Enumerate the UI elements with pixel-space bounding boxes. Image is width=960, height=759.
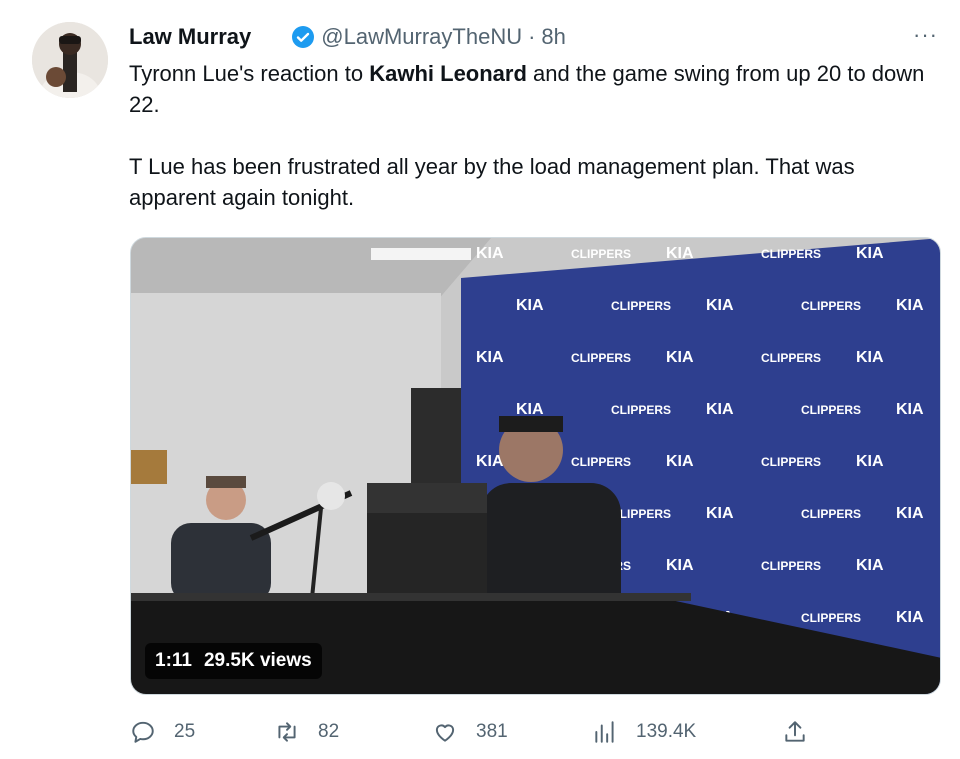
- tweet-paragraph-2: T Lue has been frustrated all year by th…: [129, 154, 855, 210]
- analytics-icon: [595, 721, 614, 743]
- backdrop-logo: KIA: [896, 505, 924, 522]
- backdrop-logo: KIA: [896, 401, 924, 418]
- author-name[interactable]: Law Murray: [129, 24, 251, 50]
- backdrop-logo: CLIPPERS: [761, 559, 821, 573]
- backdrop-logo: KIA: [666, 557, 694, 574]
- backdrop-logo: CLIPPERS: [801, 507, 861, 521]
- backdrop-logo: CLIPPERS: [611, 299, 671, 313]
- tweet-text: Tyronn Lue's reaction to Kawhi Leonard a…: [129, 58, 944, 213]
- reply-button[interactable]: 25: [130, 719, 195, 745]
- backdrop-logo: KIA: [516, 297, 544, 314]
- backdrop-logo: KIA: [856, 349, 884, 366]
- backdrop-logo: CLIPPERS: [801, 403, 861, 417]
- backdrop-logo: KIA: [666, 453, 694, 470]
- tweet-paragraph-1: Tyronn Lue's reaction to Kawhi Leonard a…: [129, 58, 944, 120]
- tweet-text-part1: Tyronn Lue's reaction to: [129, 61, 370, 86]
- backdrop-logo: KIA: [666, 245, 694, 262]
- backdrop-logo: KIA: [896, 609, 924, 626]
- video-info-overlay: 1:11 29.5K views: [145, 643, 322, 679]
- backdrop-logo: CLIPPERS: [761, 351, 821, 365]
- backdrop-logo: CLIPPERS: [571, 455, 631, 469]
- verified-badge-icon: [292, 26, 315, 48]
- backdrop-logo: KIA: [516, 401, 544, 418]
- backdrop-logo: KIA: [706, 297, 734, 314]
- backdrop-logo: CLIPPERS: [571, 351, 631, 365]
- video-views: 29.5K views: [203, 650, 312, 671]
- avatar[interactable]: [32, 22, 108, 98]
- retweet-count: 82: [318, 721, 340, 742]
- tweet-text-bold: Kawhi Leonard: [369, 61, 527, 86]
- backdrop-logo: CLIPPERS: [571, 247, 631, 261]
- backdrop-logo: CLIPPERS: [761, 247, 821, 261]
- action-bar: 25 82 381 139.4K: [130, 714, 940, 750]
- separator-dot: ·: [528, 24, 536, 49]
- backdrop-logo: KIA: [896, 297, 924, 314]
- retweet-button[interactable]: 82: [274, 719, 339, 745]
- backdrop-logo: CLIPPERS: [801, 611, 861, 625]
- share-icon: [785, 721, 805, 742]
- like-button[interactable]: 381: [432, 719, 508, 745]
- reply-count: 25: [174, 721, 196, 742]
- video-player[interactable]: KIA CLIPPERS KIA CLIPPERS KIA KIA CLIPPERS KIA C…: [130, 237, 941, 695]
- share-button[interactable]: [782, 719, 826, 745]
- avatar-image: [32, 22, 108, 98]
- heart-icon: [435, 724, 455, 742]
- backdrop-logo: KIA: [706, 401, 734, 418]
- more-options-icon[interactable]: ···: [913, 22, 938, 48]
- retweet-icon: [278, 722, 296, 742]
- video-duration: 1:11: [155, 650, 192, 671]
- backdrop-logo: KIA: [666, 349, 694, 366]
- backdrop-logo: KIA: [856, 557, 884, 574]
- views-button[interactable]: 139.4K: [592, 719, 696, 745]
- backdrop-logo: CLIPPERS: [611, 403, 671, 417]
- backdrop-logo: CLIPPERS: [761, 455, 821, 469]
- reply-icon: [132, 721, 154, 743]
- tweet-header: Law Murray @LawMurrayTheNU · 8h ···: [129, 22, 940, 52]
- view-count: 139.4K: [636, 721, 697, 742]
- backdrop-logo: KIA: [476, 349, 504, 366]
- author-handle[interactable]: @LawMurrayTheNU: [321, 24, 522, 50]
- video-frame: KIA CLIPPERS KIA CLIPPERS KIA KIA CLIPPERS KIA C…: [131, 238, 940, 694]
- backdrop-logo: CLIPPERS: [801, 299, 861, 313]
- backdrop-logo: KIA: [856, 453, 884, 470]
- backdrop-logo: KIA: [856, 245, 884, 262]
- backdrop-logo: KIA: [476, 245, 504, 262]
- backdrop-logo: KIA: [706, 505, 734, 522]
- like-count: 381: [476, 721, 508, 742]
- tweet-time[interactable]: 8h: [541, 24, 565, 50]
